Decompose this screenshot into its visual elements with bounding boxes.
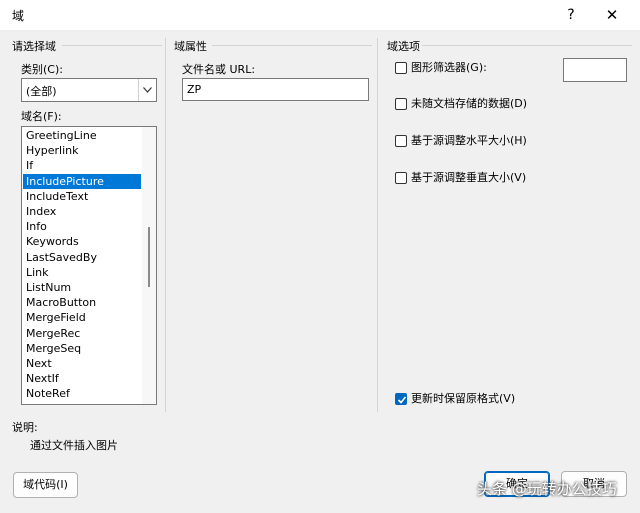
data-not-stored-checkbox[interactable]: 未随文档存储的数据(D)	[395, 97, 545, 113]
list-item[interactable]: Next	[23, 356, 141, 371]
category-value: (全部)	[26, 85, 57, 98]
divider	[62, 45, 162, 46]
list-item[interactable]: Hyperlink	[23, 143, 141, 158]
scroll-thumb[interactable]	[148, 227, 150, 287]
list-item[interactable]: MergeRec	[23, 326, 141, 341]
list-item[interactable]: GreetingLine	[23, 128, 141, 143]
graphic-filter-input[interactable]	[563, 58, 627, 82]
divider	[212, 45, 372, 46]
select-field-heading: 请选择域	[12, 40, 56, 53]
checkbox-label: 图形筛选器(G):	[411, 61, 487, 74]
title-bar: 域 ? ✕	[0, 0, 640, 30]
list-item[interactable]: MacroButton	[23, 295, 141, 310]
description-text: 通过文件插入图片	[30, 439, 118, 452]
list-item[interactable]: Info	[23, 219, 141, 234]
list-item[interactable]: LastSavedBy	[23, 250, 141, 265]
checkbox-box[interactable]	[395, 172, 407, 184]
category-dropdown[interactable]: (全部)	[21, 78, 157, 102]
field-properties-heading: 域属性	[174, 40, 207, 53]
filename-url-input[interactable]: ZP	[182, 78, 369, 101]
checkbox-label: 基于源调整水平大小(H)	[411, 134, 527, 147]
list-item[interactable]: MergeField	[23, 310, 141, 325]
list-item[interactable]: ListNum	[23, 280, 141, 295]
help-button[interactable]: ?	[556, 4, 586, 26]
list-item[interactable]: IncludeText	[23, 189, 141, 204]
resize-vertical-checkbox[interactable]: 基于源调整垂直大小(V)	[395, 171, 545, 187]
window-title: 域	[12, 9, 25, 23]
divider	[422, 45, 632, 46]
check-icon	[397, 396, 407, 404]
list-item[interactable]: IncludePicture	[23, 173, 141, 189]
list-item[interactable]: NextIf	[23, 371, 141, 386]
graphic-filter-checkbox[interactable]: 图形筛选器(G):	[395, 61, 545, 77]
field-codes-button[interactable]: 域代码(I)	[13, 472, 78, 498]
checkbox-box[interactable]	[395, 98, 407, 110]
category-label: 类别(C):	[21, 63, 63, 76]
list-item[interactable]: Index	[23, 204, 141, 219]
close-button[interactable]: ✕	[597, 4, 627, 26]
chevron-down-icon[interactable]	[138, 79, 156, 101]
resize-horizontal-checkbox[interactable]: 基于源调整水平大小(H)	[395, 134, 545, 150]
filename-url-label: 文件名或 URL:	[182, 63, 256, 76]
list-item[interactable]: NoteRef	[23, 386, 141, 401]
list-item[interactable]: If	[23, 158, 141, 173]
checkbox-box[interactable]	[395, 62, 407, 74]
checkbox-label: 更新时保留原格式(V)	[411, 392, 516, 405]
checkbox-label: 未随文档存储的数据(D)	[411, 97, 528, 110]
checkbox-box[interactable]	[395, 135, 407, 147]
field-names-label: 域名(F):	[21, 110, 62, 123]
field-options-heading: 域选项	[387, 40, 420, 53]
checkbox-box[interactable]	[395, 393, 407, 405]
watermark: 头条 @玩转办公技巧	[477, 480, 617, 498]
list-item[interactable]: Keywords	[23, 234, 141, 249]
list-item[interactable]: Link	[23, 265, 141, 280]
separator-left	[165, 38, 166, 412]
preserve-format-checkbox[interactable]: 更新时保留原格式(V)	[395, 392, 545, 408]
list-scrollbar[interactable]	[142, 127, 156, 404]
field-names-list[interactable]: GreetingLine Hyperlink If IncludePicture Inc…	[21, 126, 157, 405]
separator-right	[377, 38, 378, 412]
checkbox-label: 基于源调整垂直大小(V)	[411, 171, 527, 184]
list-item[interactable]: MergeSeq	[23, 341, 141, 356]
description-label: 说明:	[12, 421, 38, 434]
